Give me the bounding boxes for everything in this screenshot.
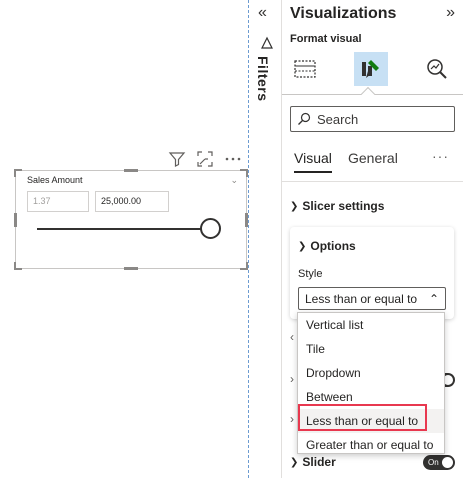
- visual-header-toolbar: [168, 150, 242, 168]
- dropdown-option[interactable]: Dropdown: [298, 361, 444, 385]
- expand-double-chevron-right-icon[interactable]: »: [446, 4, 455, 22]
- analytics-magnifier-icon[interactable]: [420, 52, 454, 86]
- chevron-right-icon: ❯: [290, 456, 299, 468]
- slicer-max-input[interactable]: 25,000.00: [95, 191, 169, 212]
- resize-handle[interactable]: [14, 213, 17, 227]
- filter-icon[interactable]: [168, 150, 186, 168]
- collapsed-section-chevron[interactable]: ›: [290, 372, 294, 386]
- slider-handle[interactable]: [200, 218, 221, 239]
- tab-visual-label: Visual: [294, 150, 332, 166]
- slicer-min-input[interactable]: 1.37: [27, 191, 89, 212]
- chevron-down-icon: ❯: [298, 240, 307, 252]
- chevron-down-icon[interactable]: ⌄: [230, 175, 238, 186]
- style-selected-value: Less than or equal to: [305, 292, 418, 306]
- search-field[interactable]: [290, 106, 455, 132]
- collapsed-section-chevron[interactable]: ›: [290, 412, 294, 426]
- chevron-up-icon: ⌃: [428, 292, 439, 306]
- dropdown-option-selected[interactable]: Less than or equal to: [298, 409, 444, 433]
- active-tab-underline: [294, 171, 332, 173]
- slicer-title: Sales Amount: [27, 175, 83, 185]
- tab-general-label: General: [348, 150, 398, 166]
- more-options-button[interactable]: ···: [432, 148, 449, 164]
- resize-handle[interactable]: [14, 169, 22, 177]
- style-label: Style: [298, 268, 323, 280]
- filters-label[interactable]: Filters: [255, 56, 271, 102]
- build-visual-icon[interactable]: [288, 52, 322, 86]
- options-card: ❯ Options Style Less than or equal to ⌃: [290, 227, 454, 319]
- slider-section-header[interactable]: ❯ Slider: [290, 455, 336, 469]
- dropdown-option[interactable]: Vertical list: [298, 313, 444, 337]
- filter-funnel-icon: [260, 36, 274, 50]
- collapsed-section-chevron[interactable]: ‹: [290, 330, 294, 344]
- pane-title: Visualizations: [290, 5, 397, 22]
- resize-handle[interactable]: [240, 169, 248, 177]
- viz-mode-icons: [282, 50, 463, 90]
- report-canvas[interactable]: Sales Amount ⌄ 1.37 25,000.00: [0, 0, 249, 478]
- options-header[interactable]: ❯ Options: [298, 239, 356, 253]
- dropdown-option[interactable]: Greater than or equal to: [298, 433, 444, 457]
- focus-mode-icon[interactable]: [196, 150, 214, 168]
- search-input[interactable]: [317, 111, 447, 127]
- options-label: Options: [310, 239, 356, 253]
- dropdown-option[interactable]: Between: [298, 385, 444, 409]
- dropdown-option[interactable]: Tile: [298, 337, 444, 361]
- tab-visual[interactable]: Visual: [294, 150, 332, 173]
- format-visual-label: Format visual: [290, 33, 362, 45]
- style-dropdown-list: Vertical list Tile Dropdown Between Less…: [297, 312, 445, 454]
- filters-pane-collapsed[interactable]: « Filters: [249, 0, 282, 478]
- resize-handle[interactable]: [124, 267, 138, 270]
- resize-handle[interactable]: [124, 169, 138, 172]
- sales-amount-slicer[interactable]: Sales Amount ⌄ 1.37 25,000.00: [14, 169, 248, 270]
- tab-divider: [282, 181, 463, 182]
- chevron-down-icon: ❯: [290, 200, 299, 212]
- format-visual-brush-icon[interactable]: [354, 52, 388, 86]
- more-options-icon[interactable]: [224, 150, 242, 168]
- slicer-settings-header[interactable]: ❯ Slicer settings: [290, 199, 384, 213]
- slider-toggle-label: On: [428, 458, 439, 467]
- slider-label: Slider: [302, 455, 336, 469]
- resize-handle[interactable]: [14, 262, 22, 270]
- slider-toggle[interactable]: On: [423, 455, 455, 470]
- resize-handle[interactable]: [240, 262, 248, 270]
- tab-general[interactable]: General: [348, 150, 398, 166]
- collapse-double-chevron-left-icon[interactable]: «: [258, 4, 267, 22]
- search-icon: [298, 112, 311, 125]
- slicer-settings-label: Slicer settings: [302, 199, 385, 213]
- slider-track[interactable]: [37, 228, 211, 230]
- style-dropdown[interactable]: Less than or equal to ⌃: [298, 287, 446, 310]
